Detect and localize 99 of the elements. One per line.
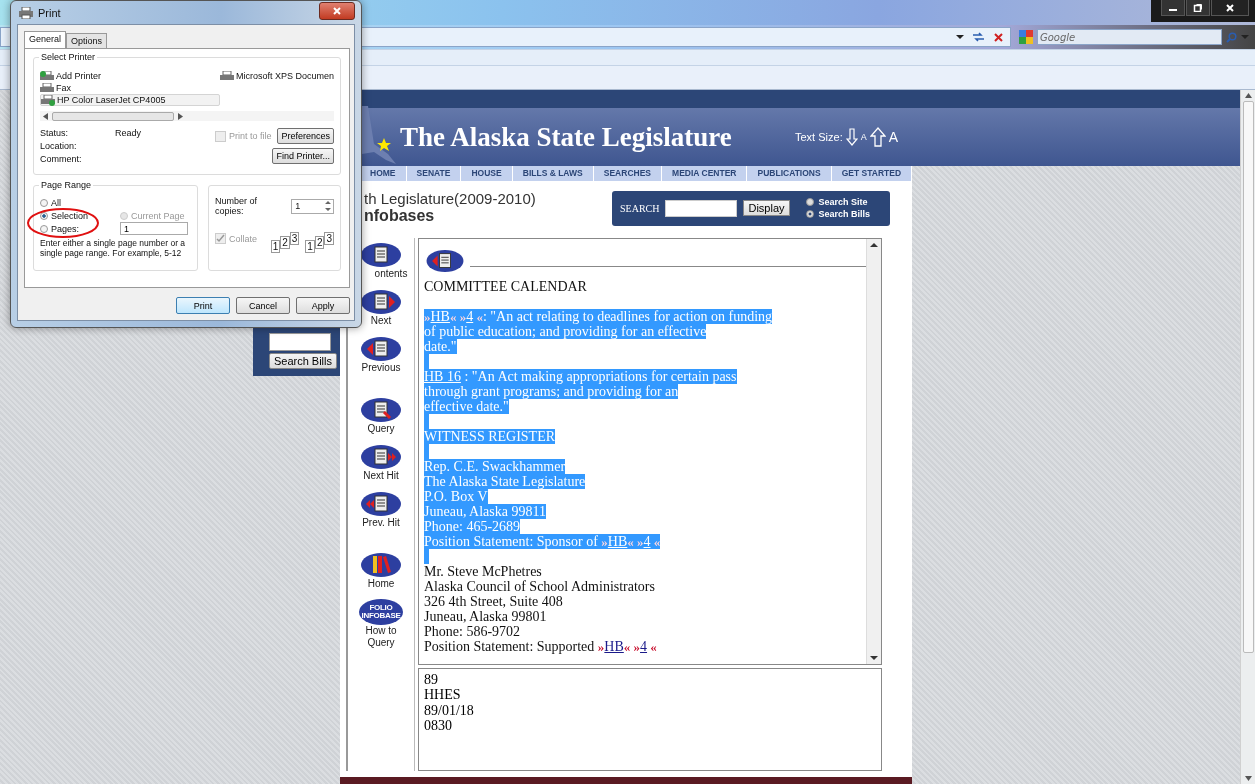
toolbar-label[interactable]: Home bbox=[359, 577, 403, 590]
scroll-left-icon[interactable] bbox=[43, 112, 48, 120]
tab[interactable]: General bbox=[24, 31, 67, 48]
page-heading: nfobases bbox=[364, 206, 435, 225]
list-document-icon[interactable] bbox=[360, 241, 402, 268]
radio-label[interactable]: All bbox=[51, 197, 61, 208]
add-printer-icon bbox=[40, 70, 54, 82]
radio-button[interactable] bbox=[40, 211, 48, 220]
radio-label[interactable]: Pages: bbox=[51, 223, 80, 234]
search-engine-logo-icon bbox=[1019, 30, 1033, 44]
restore-button[interactable] bbox=[1186, 0, 1210, 16]
nav-link[interactable]: HOUSE bbox=[461, 166, 513, 181]
comment-label: Comment: bbox=[40, 154, 83, 164]
close-icon[interactable] bbox=[1225, 2, 1235, 13]
copies-spinner[interactable]: 1 bbox=[291, 198, 334, 214]
toolbar-label[interactable]: Query bbox=[359, 422, 403, 435]
close-button[interactable] bbox=[1211, 0, 1249, 16]
down-arrow-icon[interactable] bbox=[845, 128, 858, 147]
radio-label[interactable]: Selection bbox=[51, 210, 89, 221]
large-text-link[interactable]: A bbox=[888, 129, 899, 146]
group-legend: Select Printer bbox=[39, 52, 98, 62]
radio-button[interactable] bbox=[40, 198, 48, 207]
search-input[interactable] bbox=[665, 199, 738, 217]
record-field: HHES bbox=[424, 687, 876, 703]
stop-x-icon[interactable] bbox=[993, 31, 1004, 43]
printer-icon bbox=[19, 6, 33, 19]
printer-item[interactable]: Add Printer bbox=[40, 70, 220, 82]
magnifier-document-icon[interactable] bbox=[360, 396, 402, 423]
printer-check-icon bbox=[41, 94, 55, 106]
hint-text: Enter either a single page number or a single page range. For example, 5-12 bbox=[40, 238, 187, 258]
radio-button[interactable] bbox=[40, 224, 48, 233]
nav-link[interactable]: MEDIA CENTER bbox=[662, 166, 748, 181]
toolbar-label[interactable]: How to Query bbox=[359, 624, 403, 649]
scroll-thumb[interactable] bbox=[1243, 101, 1254, 653]
printer-item[interactable]: Microsoft XPS Documen bbox=[220, 70, 339, 82]
document-line: COMMITTEE CALENDAR bbox=[424, 278, 587, 294]
record-field: 89 bbox=[424, 671, 876, 687]
copies-label: Number of copies: bbox=[215, 196, 259, 216]
document-line: Phone: 586-9702 bbox=[424, 623, 521, 639]
location-label: Location: bbox=[40, 141, 78, 151]
archive-input[interactable] bbox=[269, 333, 331, 351]
toolbar-label[interactable]: Next bbox=[359, 314, 403, 327]
status-value: Ready bbox=[115, 128, 141, 138]
scroll-right-icon[interactable] bbox=[178, 112, 183, 120]
books-icon[interactable] bbox=[360, 551, 402, 578]
document-line: Position Statement: Supported »HB« »4 « bbox=[424, 638, 657, 654]
nav-link[interactable]: PUBLICATIONS bbox=[747, 166, 832, 181]
record-field: 0830 bbox=[424, 718, 876, 734]
nav-link[interactable]: SEARCHES bbox=[593, 166, 663, 181]
document-line: 326 4th Street, Suite 408 bbox=[424, 593, 563, 609]
document-line: Mr. Steve McPhetres bbox=[424, 563, 542, 579]
document-line: Alaska Council of School Administrators bbox=[424, 578, 655, 594]
toolbar-label[interactable]: Previous bbox=[359, 361, 403, 374]
close-button[interactable] bbox=[319, 2, 355, 20]
nav-link[interactable]: GET STARTED bbox=[831, 166, 913, 181]
pages-field[interactable]: 1 bbox=[120, 222, 188, 235]
record-field: 89/01/18 bbox=[424, 702, 876, 718]
preferences-button[interactable]: Preferences bbox=[277, 128, 334, 144]
legislature-title: th Legislature(2009-2010) bbox=[364, 189, 536, 207]
scope-label[interactable]: Search Site bbox=[818, 197, 868, 207]
scroll-down-icon[interactable] bbox=[870, 654, 878, 661]
scroll-down-icon[interactable] bbox=[1245, 776, 1252, 781]
search-field[interactable]: Google bbox=[1037, 29, 1222, 45]
toolbar-label[interactable]: ontents bbox=[369, 267, 413, 280]
search-bills-button[interactable]: Search Bills bbox=[268, 353, 337, 369]
nav-link[interactable]: SENATE bbox=[406, 166, 462, 181]
scroll-up-icon[interactable] bbox=[870, 241, 878, 248]
display-button[interactable]: Display bbox=[743, 200, 790, 216]
status-label: Status: bbox=[40, 128, 69, 138]
search-label: SEARCH bbox=[620, 202, 660, 214]
dialog-title: Print bbox=[38, 6, 62, 19]
nav-link[interactable]: BILLS & LAWS bbox=[512, 166, 594, 181]
printer-item[interactable]: HP Color LaserJet CP4005 bbox=[40, 94, 220, 106]
document-line: Juneau, Alaska 99801 bbox=[424, 608, 547, 624]
fax-icon bbox=[40, 82, 54, 94]
dropdown-caret-icon[interactable] bbox=[956, 34, 964, 40]
dialog-button[interactable]: Print bbox=[176, 297, 230, 314]
find-printer-button[interactable]: Find Printer... bbox=[272, 148, 334, 164]
toolbar-label[interactable]: Prev. Hit bbox=[359, 516, 403, 529]
toolbar-label[interactable]: Next Hit bbox=[359, 469, 403, 482]
dialog-button[interactable]: Cancel bbox=[236, 297, 290, 314]
small-text-link[interactable]: A bbox=[860, 132, 867, 143]
group-legend: Page Range bbox=[39, 180, 94, 190]
site-title: The Alaska State Legislature bbox=[400, 121, 733, 153]
scroll-thumb[interactable] bbox=[52, 111, 174, 121]
scroll-up-icon[interactable] bbox=[1245, 93, 1252, 98]
scope-label[interactable]: Search Bills bbox=[818, 209, 871, 219]
logo-badge[interactable]: FOLIO INFOBASE bbox=[359, 598, 403, 625]
up-arrow-icon[interactable] bbox=[869, 127, 886, 148]
minimize-button[interactable] bbox=[1161, 0, 1185, 16]
radio-button[interactable] bbox=[805, 198, 814, 206]
dialog-button[interactable]: Apply bbox=[296, 297, 350, 314]
printer-item[interactable]: Fax bbox=[40, 82, 220, 94]
text-size-label: Text Size: bbox=[795, 131, 843, 144]
refresh-arrows-icon[interactable] bbox=[972, 31, 985, 43]
restore-icon[interactable] bbox=[1193, 3, 1203, 12]
radio-button[interactable] bbox=[805, 210, 814, 218]
tab[interactable]: Options bbox=[66, 33, 108, 48]
printer-icon bbox=[220, 70, 234, 82]
